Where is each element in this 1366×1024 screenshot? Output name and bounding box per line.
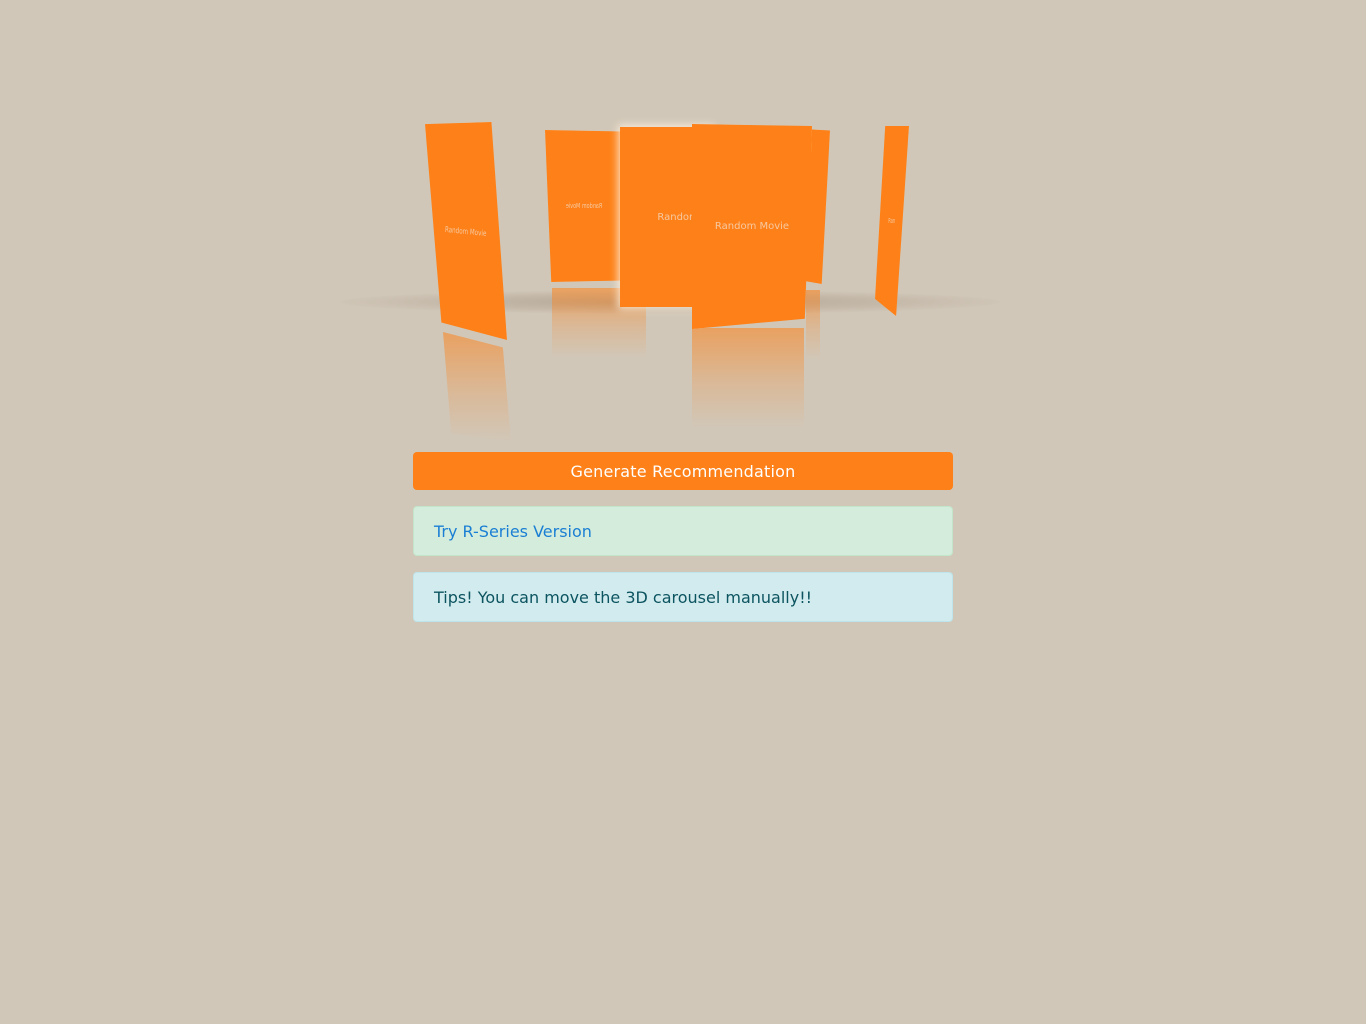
movie-card-label: Random Movie	[565, 202, 603, 210]
r-series-alert: Try R-Series Version	[413, 506, 953, 556]
movie-card-label: Ran	[888, 217, 896, 225]
card-reflection	[806, 290, 820, 360]
movie-card[interactable]: Ran	[875, 126, 909, 316]
movie-card[interactable]: Random Movie	[545, 130, 623, 282]
movie-card-label: Random Movie	[714, 221, 790, 232]
page: Random Movie Random Movie Random M Rando…	[0, 0, 1366, 1024]
card-reflection	[443, 332, 511, 442]
movie-card-label: Random Movie	[445, 224, 487, 238]
movie-card[interactable]: Random Movie	[692, 124, 812, 329]
movie-carousel[interactable]: Random Movie Random Movie Random M Rando…	[330, 110, 1030, 442]
r-series-link[interactable]: Try R-Series Version	[434, 522, 592, 541]
card-reflection	[692, 328, 804, 428]
generate-recommendation-button[interactable]: Generate Recommendation	[413, 452, 953, 490]
tips-alert: Tips! You can move the 3D carousel manua…	[413, 572, 953, 622]
tips-text: Tips! You can move the 3D carousel manua…	[434, 587, 813, 607]
